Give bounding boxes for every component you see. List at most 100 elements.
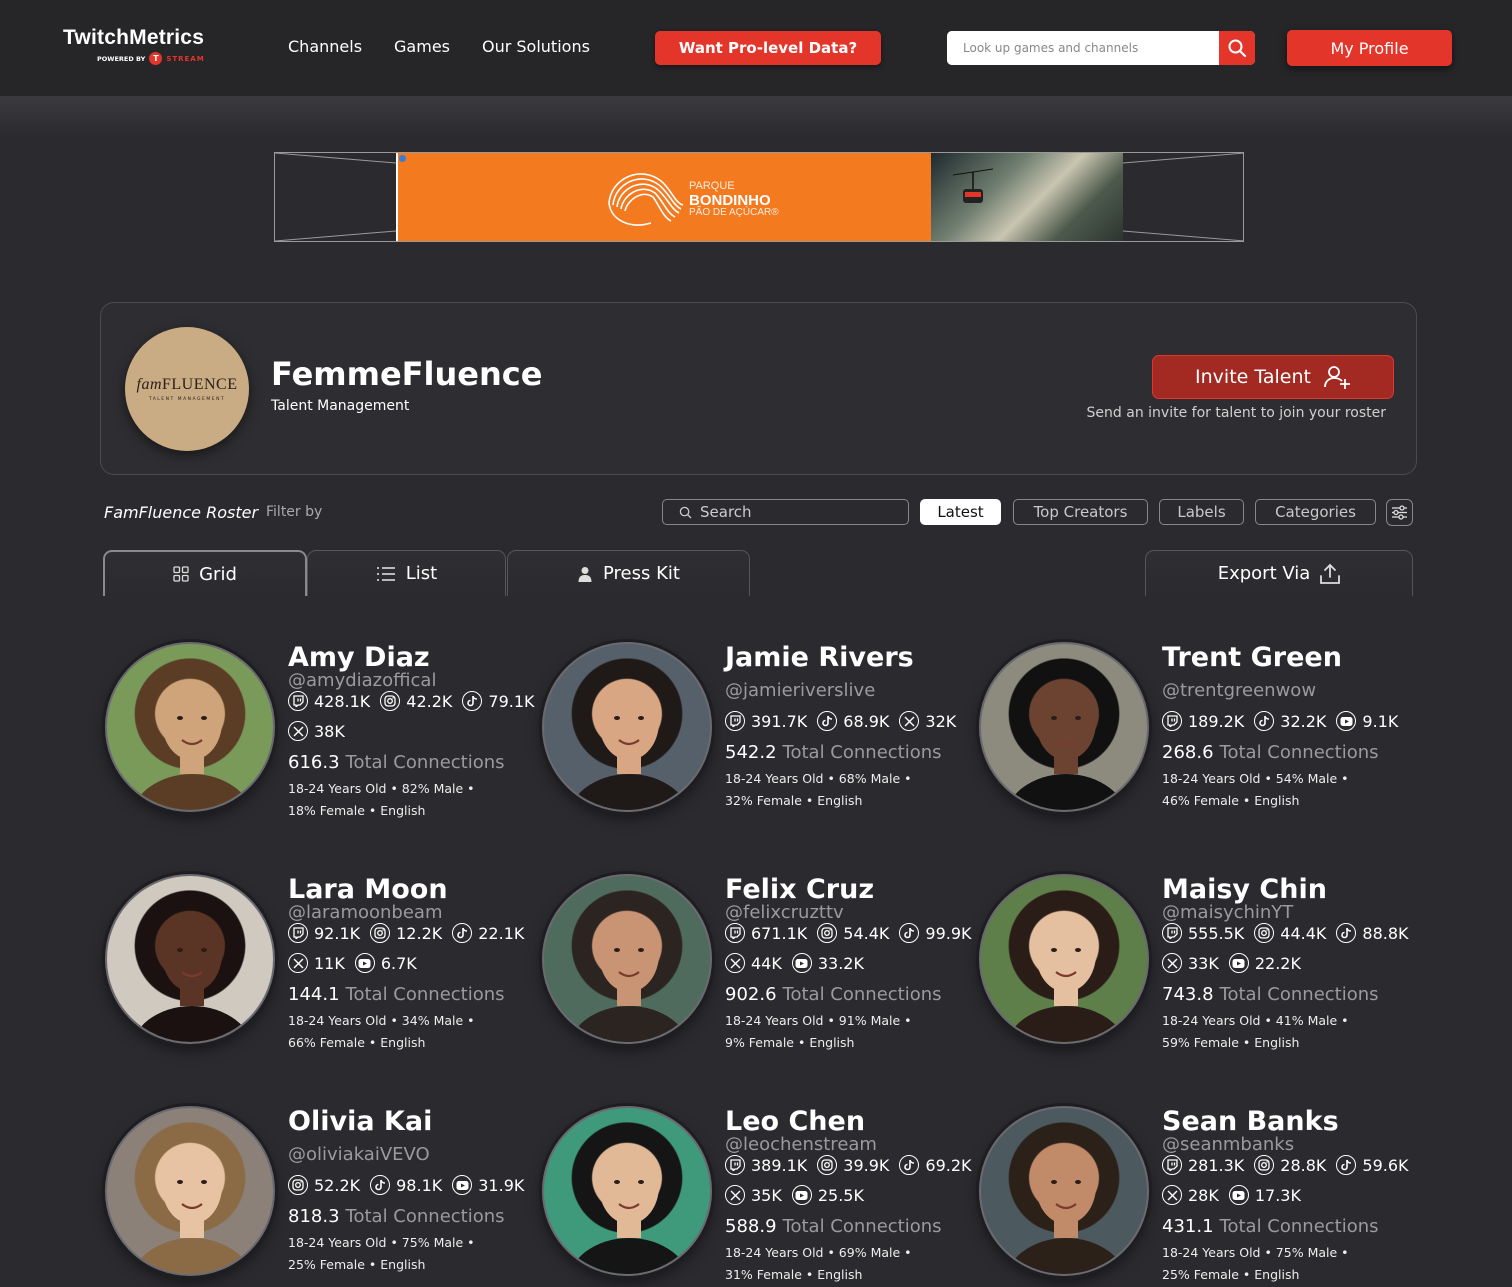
stat-value: 22.2K (1254, 953, 1301, 973)
creator-name[interactable]: Lara Moon (288, 874, 448, 905)
stat-twitch: 428.1K (288, 690, 370, 712)
filter-chip-top-creators[interactable]: Top Creators (1013, 499, 1148, 525)
creator-total-connections: 268.6 Total Connections (1162, 742, 1379, 763)
stat-tiktok: 69.2K (899, 1154, 972, 1176)
roster-search-input[interactable]: Search (662, 499, 909, 525)
youtube-icon (1228, 953, 1249, 973)
creator-name[interactable]: Trent Green (1162, 642, 1342, 673)
tab-grid[interactable]: Grid (103, 550, 307, 596)
stat-value: 39.9K (843, 1155, 890, 1175)
creator-name[interactable]: Leo Chen (725, 1106, 865, 1137)
creator-card[interactable]: Maisy Chin @maisychinYT 555.5K 44.4K 88.8K… (979, 874, 1409, 1054)
creator-avatar[interactable] (105, 642, 275, 812)
creator-avatar[interactable] (979, 642, 1149, 812)
invite-talent-button[interactable]: Invite Talent (1152, 355, 1394, 399)
logo-text: TwitchMetrics (63, 26, 205, 49)
demographics-line-1: 18-24 Years Old • 82% Male • (288, 781, 475, 796)
filter-settings-button[interactable] (1386, 499, 1413, 526)
stat-value: 44.4K (1280, 923, 1327, 943)
stat-value: 17.3K (1254, 1185, 1301, 1205)
instagram-icon (370, 923, 391, 943)
cable-car-icon (953, 168, 993, 203)
agency-logo-script: fam (136, 376, 162, 393)
top-search-button[interactable] (1219, 31, 1255, 65)
creator-name[interactable]: Olivia Kai (288, 1106, 432, 1137)
total-value: 818.3 (288, 1206, 340, 1227)
creator-handle[interactable]: @amydiazoffical (288, 670, 436, 691)
filter-chip-categories[interactable]: Categories (1255, 499, 1376, 525)
creator-avatar[interactable] (105, 874, 275, 1044)
creator-handle[interactable]: @trentgreenwow (1162, 680, 1316, 701)
total-label: Total Connections (782, 742, 942, 763)
export-via-button[interactable]: Export Via (1145, 550, 1413, 596)
twitchmetrics-logo[interactable]: TwitchMetrics POWERED BY T STREAM (63, 26, 205, 65)
tiktok-icon (899, 1155, 920, 1175)
demographics-line-2: 32% Female • English (725, 793, 863, 808)
nav-link-our-solutions[interactable]: Our Solutions (482, 37, 590, 56)
stat-value: 79.1K (488, 691, 535, 711)
creator-card[interactable]: Jamie Rivers @jamieriverslive 391.7K 68.9… (542, 642, 972, 822)
filter-chip-labels[interactable]: Labels (1159, 499, 1244, 525)
creator-stats: 555.5K 44.4K 88.8K 33K 22.2K (1162, 922, 1422, 974)
creator-avatar[interactable] (542, 874, 712, 1044)
avatar-portrait-icon (1005, 1148, 1127, 1274)
creator-avatar[interactable] (979, 874, 1149, 1044)
nav-link-games[interactable]: Games (394, 37, 450, 56)
creator-handle[interactable]: @seanmbanks (1162, 1134, 1294, 1155)
creator-card[interactable]: Felix Cruz @felixcruzttv 671.1K 54.4K 99.9… (542, 874, 972, 1054)
total-value: 743.8 (1162, 984, 1214, 1005)
creator-handle[interactable]: @felixcruzttv (725, 902, 844, 923)
filter-chip-latest[interactable]: Latest (920, 499, 1001, 525)
my-profile-button[interactable]: My Profile (1287, 30, 1452, 66)
top-navbar: TwitchMetrics POWERED BY T STREAM Channe… (0, 0, 1512, 96)
twitch-icon (725, 1155, 745, 1175)
creator-avatar[interactable] (105, 1106, 275, 1276)
x-icon (725, 953, 745, 973)
ad-line-3: PÃO DE AÇÚCAR® (689, 207, 779, 219)
avatar-portrait-icon (131, 916, 253, 1042)
nav-link-channels[interactable]: Channels (288, 37, 362, 56)
tab-press-kit[interactable]: Press Kit (507, 550, 750, 596)
creator-handle[interactable]: @leochenstream (725, 1134, 877, 1155)
stat-twitch: 189.2K (1162, 710, 1244, 732)
creator-handle[interactable]: @maisychinYT (1162, 902, 1293, 923)
creator-card[interactable]: Leo Chen @leochenstream 389.1K 39.9K 69.2K… (542, 1106, 972, 1286)
creator-avatar[interactable] (542, 642, 712, 812)
creator-card[interactable]: Sean Banks @seanmbanks 281.3K 28.8K 59.6K 2… (979, 1106, 1409, 1286)
stat-twitch: 389.1K (725, 1154, 807, 1176)
demographics-line-2: 9% Female • English (725, 1035, 855, 1050)
stat-value: 69.2K (925, 1155, 972, 1175)
creator-card[interactable]: Olivia Kai @oliviakaiVEVO 52.2K 98.1K 31.9… (105, 1106, 535, 1286)
top-search-input[interactable] (947, 31, 1219, 65)
twitch-icon (725, 923, 745, 943)
ad-choices-icon[interactable] (399, 155, 406, 162)
ad-banner[interactable]: PARQUE BONDINHO PÃO DE AÇÚCAR® (274, 152, 1244, 242)
stat-value: 32K (925, 711, 957, 731)
add-user-icon (1324, 366, 1350, 389)
creator-name[interactable]: Sean Banks (1162, 1106, 1339, 1137)
creator-stats: 671.1K 54.4K 99.9K 44K 33.2K (725, 922, 985, 974)
creator-handle[interactable]: @oliviakaiVEVO (288, 1144, 430, 1165)
creator-card[interactable]: Amy Diaz @amydiazoffical 428.1K 42.2K 79.1… (105, 642, 535, 822)
creator-stats: 52.2K 98.1K 31.9K (288, 1174, 548, 1196)
creator-name[interactable]: Jamie Rivers (725, 642, 914, 673)
pro-data-button[interactable]: Want Pro-level Data? (655, 31, 881, 65)
creator-handle[interactable]: @jamieriverslive (725, 680, 875, 701)
stream-brand-text: STREAM (166, 54, 205, 63)
stat-youtube: 6.7K (354, 952, 417, 974)
creator-name[interactable]: Maisy Chin (1162, 874, 1327, 905)
creator-handle[interactable]: @laramoonbeam (288, 902, 443, 923)
creator-name[interactable]: Felix Cruz (725, 874, 874, 905)
creator-avatar[interactable] (542, 1106, 712, 1276)
sliders-icon (1392, 505, 1407, 520)
creator-name[interactable]: Amy Diaz (288, 642, 430, 673)
creator-card[interactable]: Trent Green @trentgreenwow 189.2K 32.2K 9.… (979, 642, 1409, 822)
creator-stats: 189.2K 32.2K 9.1K (1162, 710, 1422, 732)
creator-card[interactable]: Lara Moon @laramoonbeam 92.1K 12.2K 22.1K 1… (105, 874, 535, 1054)
tab-list[interactable]: List (307, 550, 506, 596)
stat-value: 391.7K (751, 711, 808, 731)
stat-value: 42.2K (406, 691, 453, 711)
creator-total-connections: 431.1 Total Connections (1162, 1216, 1379, 1237)
creator-total-connections: 616.3 Total Connections (288, 752, 505, 773)
creator-avatar[interactable] (979, 1106, 1149, 1276)
